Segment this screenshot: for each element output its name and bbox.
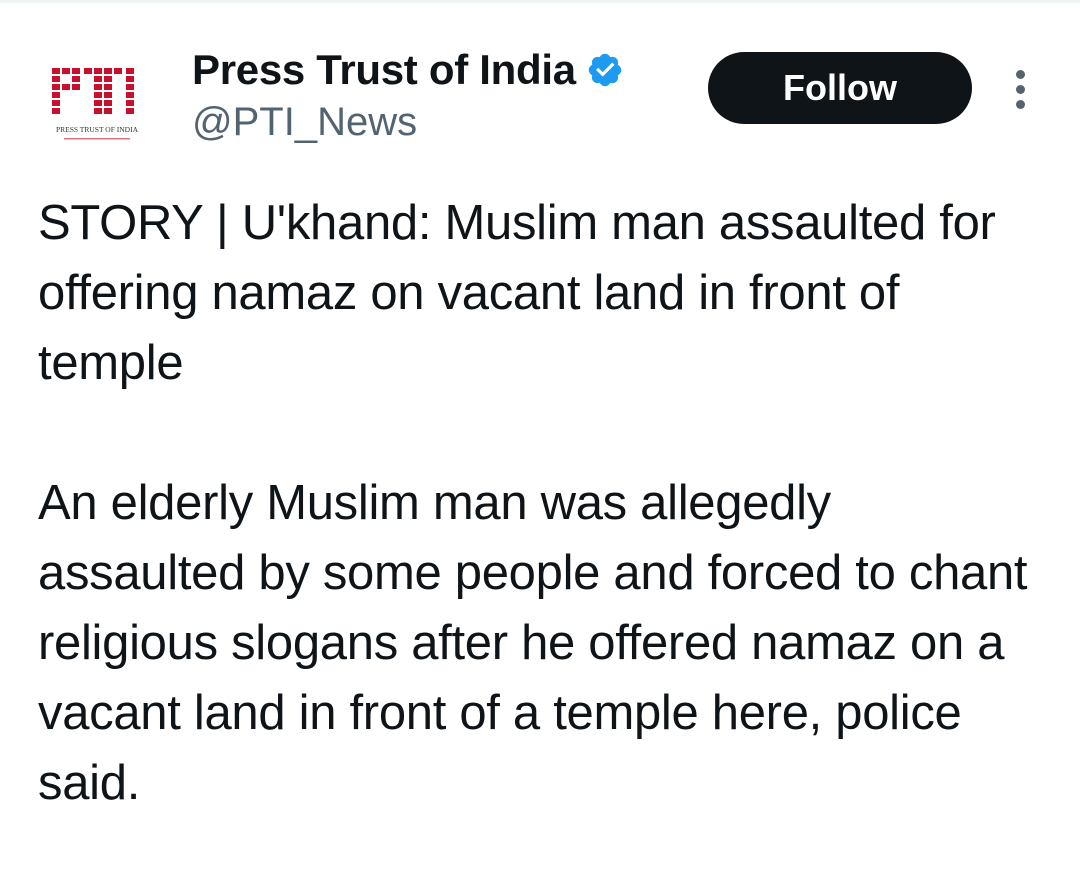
avatar-caption: PRESS TRUST OF INDIA xyxy=(56,125,139,134)
display-name[interactable]: Press Trust of India xyxy=(192,46,576,94)
author-header: Press Trust of India @PTI_News xyxy=(192,44,624,145)
tweet-paragraph-body: An elderly Muslim man was allegedly assa… xyxy=(38,476,1028,810)
verified-badge-icon xyxy=(588,53,622,87)
pti-logo-icon: PRESS TRUST OF INDIA xyxy=(38,46,156,164)
more-vertical-icon[interactable] xyxy=(1002,62,1038,116)
top-divider xyxy=(0,0,1080,3)
more-dot xyxy=(1015,84,1025,94)
tweet-text: STORY | U'khand: Muslim man assaulted fo… xyxy=(38,188,1048,818)
avatar[interactable]: PRESS TRUST OF INDIA xyxy=(38,46,156,164)
name-row: Press Trust of India xyxy=(192,44,624,96)
follow-button[interactable]: Follow xyxy=(708,52,972,124)
more-dot xyxy=(1015,69,1025,79)
handle[interactable]: @PTI_News xyxy=(192,100,624,145)
tweet-paragraph-headline: STORY | U'khand: Muslim man assaulted fo… xyxy=(38,196,996,390)
more-dot xyxy=(1015,99,1025,109)
